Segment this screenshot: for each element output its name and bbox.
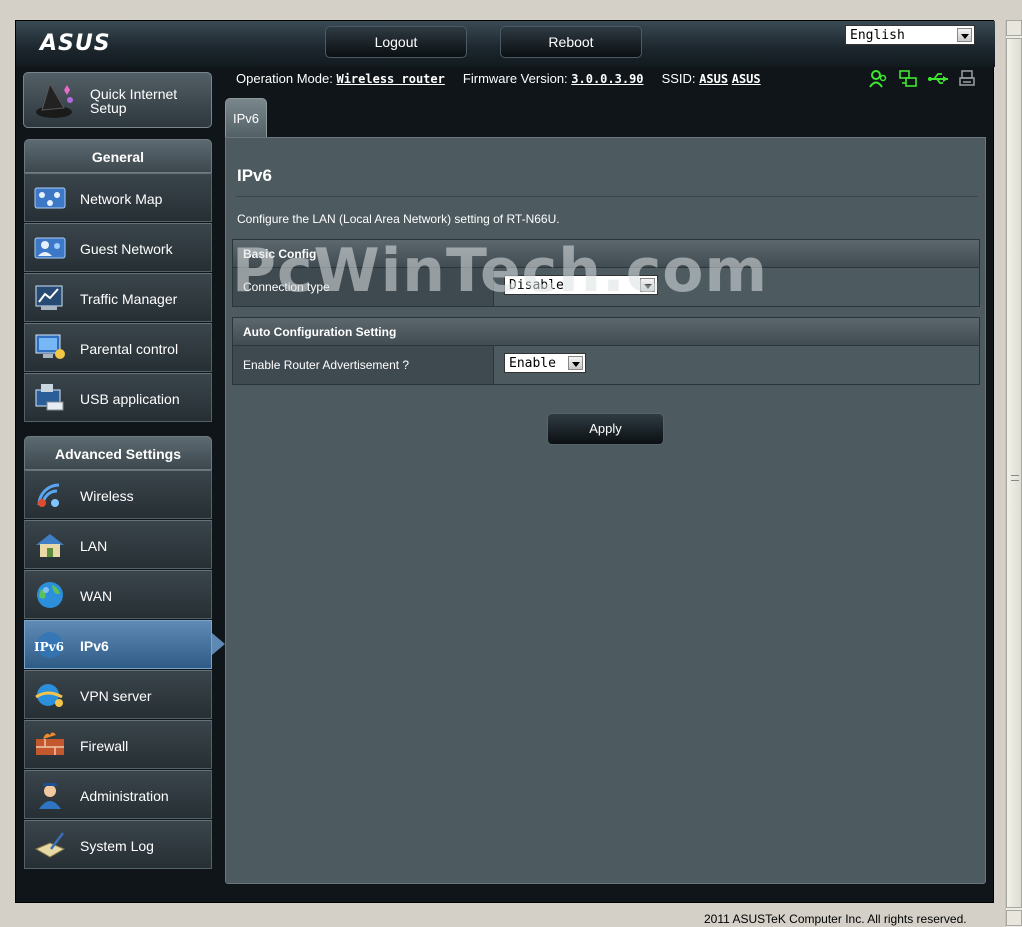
sidebar-item-label: Traffic Manager <box>80 291 178 307</box>
sidebar-item-label: VPN server <box>80 688 152 704</box>
sidebar-item-parental-control[interactable]: Parental control <box>24 323 212 372</box>
administration-icon <box>33 779 67 811</box>
sidebar-item-wireless[interactable]: Wireless <box>24 470 212 519</box>
system-log-icon <box>33 829 67 861</box>
router-advertisement-label: Enable Router Advertisement ? <box>233 346 494 384</box>
lan-icon <box>33 529 67 561</box>
sidebar-item-label: Parental control <box>80 341 179 357</box>
router-advertisement-select[interactable]: Enable <box>504 353 586 373</box>
apply-button[interactable]: Apply <box>547 413 664 445</box>
language-value: English <box>850 28 905 43</box>
usb-status-icon[interactable] <box>928 69 948 89</box>
ssid-link-1[interactable]: ASUS <box>699 72 728 86</box>
operation-mode-label: Operation Mode: <box>236 71 333 86</box>
quick-setup-label: Quick Internet Setup <box>90 86 178 116</box>
sidebar-item-firewall[interactable]: Firewall <box>24 720 212 769</box>
chevron-down-icon <box>957 28 972 42</box>
sidebar-item-label: USB application <box>80 391 180 407</box>
operation-mode-link[interactable]: Wireless router <box>336 72 444 86</box>
top-bar: ASUS Logout Reboot English <box>16 21 995 67</box>
parental-control-icon <box>33 332 67 364</box>
language-select[interactable]: English <box>845 25 975 45</box>
scroll-grip-icon <box>1011 475 1019 481</box>
svg-text:IPv6: IPv6 <box>34 640 64 654</box>
sidebar-item-label: IPv6 <box>80 638 109 654</box>
sidebar-item-ipv6[interactable]: IPv6 IPv6 <box>24 620 212 669</box>
scroll-down-button[interactable] <box>1006 910 1022 926</box>
basic-config-title: Basic Config <box>233 240 979 268</box>
sidebar-item-label: LAN <box>80 538 108 554</box>
wan-icon <box>33 579 67 611</box>
client-status-icon[interactable] <box>868 69 888 89</box>
ssid-link-2[interactable]: ASUS <box>732 72 761 86</box>
sidebar-item-label: Administration <box>80 788 169 804</box>
advanced-settings-title: Advanced Settings <box>24 436 212 470</box>
sidebar-item-wan[interactable]: WAN <box>24 570 212 619</box>
sidebar-item-lan[interactable]: LAN <box>24 520 212 569</box>
auto-configuration-title: Auto Configuration Setting <box>233 318 979 346</box>
router-admin-frame: ASUS Logout Reboot English Operation Mod… <box>15 20 995 903</box>
connection-type-row: Connection type Disable <box>233 268 979 306</box>
title-divider <box>236 196 978 197</box>
vpn-server-icon <box>33 679 67 711</box>
connection-type-value: Disable <box>509 278 564 293</box>
sidebar-item-network-map[interactable]: Network Map <box>24 173 212 222</box>
connection-type-label: Connection type <box>233 268 494 306</box>
sidebar-item-administration[interactable]: Administration <box>24 770 212 819</box>
firmware-link[interactable]: 3.0.0.3.90 <box>571 72 643 86</box>
general-section-title: General <box>24 139 212 173</box>
sidebar-item-label: System Log <box>80 838 154 854</box>
sidebar-item-label: Guest Network <box>80 241 173 257</box>
sidebar-item-system-log[interactable]: System Log <box>24 820 212 869</box>
chevron-down-icon <box>568 356 583 370</box>
router-advertisement-value: Enable <box>509 356 556 371</box>
page-title: IPv6 <box>237 166 272 185</box>
tab-ipv6[interactable]: IPv6 <box>225 98 267 138</box>
vertical-scrollbar[interactable] <box>1005 20 1022 927</box>
basic-config-group: Basic Config Connection type Disable <box>232 239 980 307</box>
quick-internet-setup-button[interactable]: Quick Internet Setup <box>23 72 212 128</box>
sidebar-item-label: Wireless <box>80 488 134 504</box>
content-panel: IPv6 Configure the LAN (Local Area Netwo… <box>225 137 986 884</box>
firmware-label: Firmware Version: <box>462 71 568 86</box>
router-advertisement-row: Enable Router Advertisement ? Enable <box>233 346 979 384</box>
scroll-thumb[interactable] <box>1006 38 1022 908</box>
auto-configuration-group: Auto Configuration Setting Enable Router… <box>232 317 980 385</box>
page-description: Configure the LAN (Local Area Network) s… <box>237 212 560 226</box>
guest-network-icon <box>33 232 67 264</box>
sidebar-item-vpn-server[interactable]: VPN server <box>24 670 212 719</box>
network-map-icon <box>33 182 67 214</box>
sidebar-item-usb-application[interactable]: USB application <box>24 373 212 422</box>
asus-logo: ASUS <box>40 31 111 56</box>
printer-status-icon[interactable] <box>958 69 978 89</box>
scroll-up-button[interactable] <box>1006 20 1022 36</box>
reboot-button[interactable]: Reboot <box>500 26 642 58</box>
sidebar-item-traffic-manager[interactable]: Traffic Manager <box>24 273 212 322</box>
chevron-down-icon <box>640 278 655 292</box>
ipv6-icon: IPv6 <box>33 629 67 661</box>
wizard-hat-icon <box>34 80 80 122</box>
wireless-icon <box>33 479 67 511</box>
sidebar-item-label: Network Map <box>80 191 163 207</box>
status-line: Operation Mode: Wireless router Firmware… <box>236 71 761 86</box>
firewall-icon <box>33 729 67 761</box>
connection-type-select[interactable]: Disable <box>504 275 658 295</box>
sidebar-item-guest-network[interactable]: Guest Network <box>24 223 212 272</box>
sidebar-item-label: Firewall <box>80 738 129 754</box>
traffic-manager-icon <box>33 282 67 314</box>
network-status-icon[interactable] <box>898 69 918 89</box>
copyright-footer: 2011 ASUSTeK Computer Inc. All rights re… <box>704 912 967 926</box>
active-item-pointer <box>212 633 225 655</box>
ssid-label: SSID: <box>661 71 696 86</box>
usb-application-icon <box>33 382 67 414</box>
sidebar-item-label: WAN <box>80 588 113 604</box>
logout-button[interactable]: Logout <box>325 26 467 58</box>
